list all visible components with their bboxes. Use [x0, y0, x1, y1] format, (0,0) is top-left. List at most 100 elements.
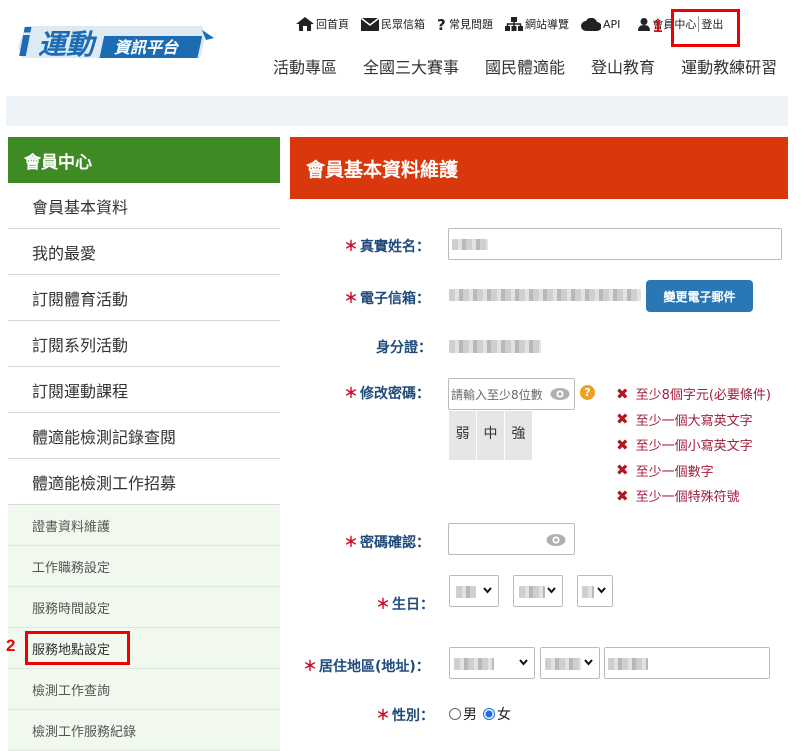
label-confirm-password: ＊密碼確認： [344, 532, 430, 552]
strength-strong: 強 [505, 411, 532, 460]
top-utility-nav: 回首頁 民眾信箱 ? 常見問題 網站導覽 API 會員中心 登出 [296, 16, 735, 32]
annotation-number-1: 1 [653, 17, 663, 36]
label-text: 身分證： [376, 340, 432, 356]
sidebar-item-fitness-records[interactable]: 體適能檢測記錄查閱 [8, 413, 280, 459]
sidebar-item-favorites[interactable]: 我的最愛 [8, 229, 280, 275]
chevron-down-icon [597, 587, 606, 594]
svg-text:資訊平台: 資訊平台 [114, 38, 179, 57]
masked-value [454, 658, 494, 670]
label-text: 修改密碼： [360, 386, 430, 402]
strength-weak: 弱 [449, 411, 476, 460]
top-nav-label: 民眾信箱 [381, 18, 425, 31]
top-nav-label: 回首頁 [316, 18, 349, 31]
question-icon: ? [437, 17, 446, 32]
top-nav-label: API [603, 17, 621, 31]
label-password: ＊修改密碼： [344, 383, 430, 403]
gender-female-radio[interactable] [483, 708, 495, 720]
password-rule: ✖ 至少一個數字 [616, 458, 771, 484]
address-district-select[interactable] [540, 647, 600, 679]
label-text: 居住地區(地址)： [319, 659, 430, 675]
label-text: 生日： [392, 597, 434, 613]
password-placeholder: 請輸入至少8位數 [451, 387, 543, 402]
address-city-select[interactable] [449, 647, 535, 679]
gender-male-radio[interactable] [449, 708, 461, 720]
label-text: 密碼確認： [360, 535, 430, 551]
main-nav-item[interactable]: 運動教練研習 [681, 54, 777, 78]
masked-value [545, 658, 581, 670]
cross-icon: ✖ [616, 461, 629, 480]
chevron-down-icon [483, 587, 492, 594]
rule-text: 至少一個數字 [635, 464, 714, 480]
sidebar-item-fitness-recruit[interactable]: 體適能檢測工作招募 [8, 459, 280, 505]
top-nav-sitemap[interactable]: 網站導覽 [505, 16, 569, 32]
svg-text:運動: 運動 [38, 28, 98, 61]
eye-icon[interactable] [550, 387, 570, 401]
cloud-icon [581, 17, 601, 31]
label-real-name: ＊真實姓名： [344, 236, 430, 256]
birth-year-select[interactable] [449, 575, 499, 607]
sidebar-item-courses[interactable]: 訂閱運動課程 [8, 367, 280, 413]
masked-value [608, 658, 648, 670]
svg-text:?: ? [437, 17, 446, 32]
top-nav-home[interactable]: 回首頁 [296, 16, 349, 32]
masked-id-value [449, 340, 541, 353]
password-rules: ✖ 至少8個字元(必要條件) ✖ 至少一個大寫英文字 ✖ 至少一個小寫英文字 ✖ 至少一… [616, 381, 771, 509]
required-mark: ＊ [376, 597, 390, 613]
masked-email-value [449, 289, 641, 301]
cross-icon: ✖ [616, 486, 629, 505]
main-nav-item[interactable]: 活動專區 [273, 54, 337, 78]
strength-medium: 中 [477, 411, 504, 460]
sidebar-subitem-job-settings[interactable]: 工作職務設定 [8, 546, 280, 587]
sidebar-item-series-activities[interactable]: 訂閱系列活動 [8, 321, 280, 367]
cross-icon: ✖ [616, 435, 629, 454]
change-email-button[interactable]: 變更電子郵件 [646, 280, 753, 312]
label-id-number: 身分證： [376, 337, 432, 357]
panel-title: 會員基本資料維護 [290, 137, 788, 199]
address-street-input[interactable] [604, 647, 770, 679]
password-rule: ✖ 至少一個大寫英文字 [616, 407, 771, 433]
eye-icon[interactable] [546, 533, 566, 547]
sidebar-item-sports-activities[interactable]: 訂閱體育活動 [8, 275, 280, 321]
home-icon [296, 17, 314, 31]
required-mark: ＊ [344, 291, 358, 307]
main-nav-item[interactable]: 國民體適能 [485, 54, 565, 78]
required-mark: ＊ [303, 659, 317, 675]
help-icon[interactable]: ? [580, 385, 595, 400]
gender-female-label[interactable]: 女 [497, 704, 511, 724]
label-email: ＊電子信箱： [344, 288, 430, 308]
envelope-icon [361, 17, 379, 31]
top-nav-label: 網站導覽 [525, 18, 569, 31]
masked-value [452, 239, 488, 250]
chevron-down-icon [519, 659, 528, 666]
sidebar-item-profile[interactable]: 會員基本資料 [8, 183, 280, 229]
main-nav: 活動專區 全國三大賽事 國民體適能 登山教育 運動教練研習 [273, 54, 777, 78]
rule-text: 至少一個大寫英文字 [635, 413, 753, 429]
cross-icon: ✖ [616, 384, 629, 403]
rule-text: 至少一個小寫英文字 [635, 439, 753, 455]
password-rule: ✖ 至少一個小寫英文字 [616, 432, 771, 458]
label-birthday: ＊生日： [376, 594, 434, 614]
sidebar-subitem-service-time[interactable]: 服務時間設定 [8, 587, 280, 628]
masked-value [582, 586, 594, 598]
top-nav-faq[interactable]: ? 常見問題 [437, 16, 493, 32]
required-mark: ＊ [344, 239, 358, 255]
chevron-down-icon [547, 587, 556, 594]
site-logo[interactable]: i 運動 資訊平台 [16, 18, 216, 64]
svg-text:i: i [18, 21, 32, 64]
sidebar-subitem-job-query[interactable]: 檢測工作查詢 [8, 669, 280, 710]
top-nav-mailbox[interactable]: 民眾信箱 [361, 16, 425, 32]
birth-month-select[interactable] [513, 575, 563, 607]
top-nav-api[interactable]: API [581, 17, 621, 31]
required-mark: ＊ [344, 386, 358, 402]
main-nav-item[interactable]: 登山教育 [591, 54, 655, 78]
gender-male-label[interactable]: 男 [463, 704, 477, 724]
password-strength-meter: 弱 中 強 [449, 411, 533, 460]
user-icon [638, 17, 651, 31]
real-name-input[interactable] [448, 228, 782, 260]
sidebar-subitem-certificates[interactable]: 證書資料維護 [8, 505, 280, 546]
sidebar-subitem-service-records[interactable]: 檢測工作服務紀錄 [8, 710, 280, 751]
main-nav-item[interactable]: 全國三大賽事 [363, 54, 459, 78]
birth-day-select[interactable] [577, 575, 613, 607]
chevron-down-icon [584, 659, 593, 666]
label-text: 真實姓名： [360, 239, 430, 255]
